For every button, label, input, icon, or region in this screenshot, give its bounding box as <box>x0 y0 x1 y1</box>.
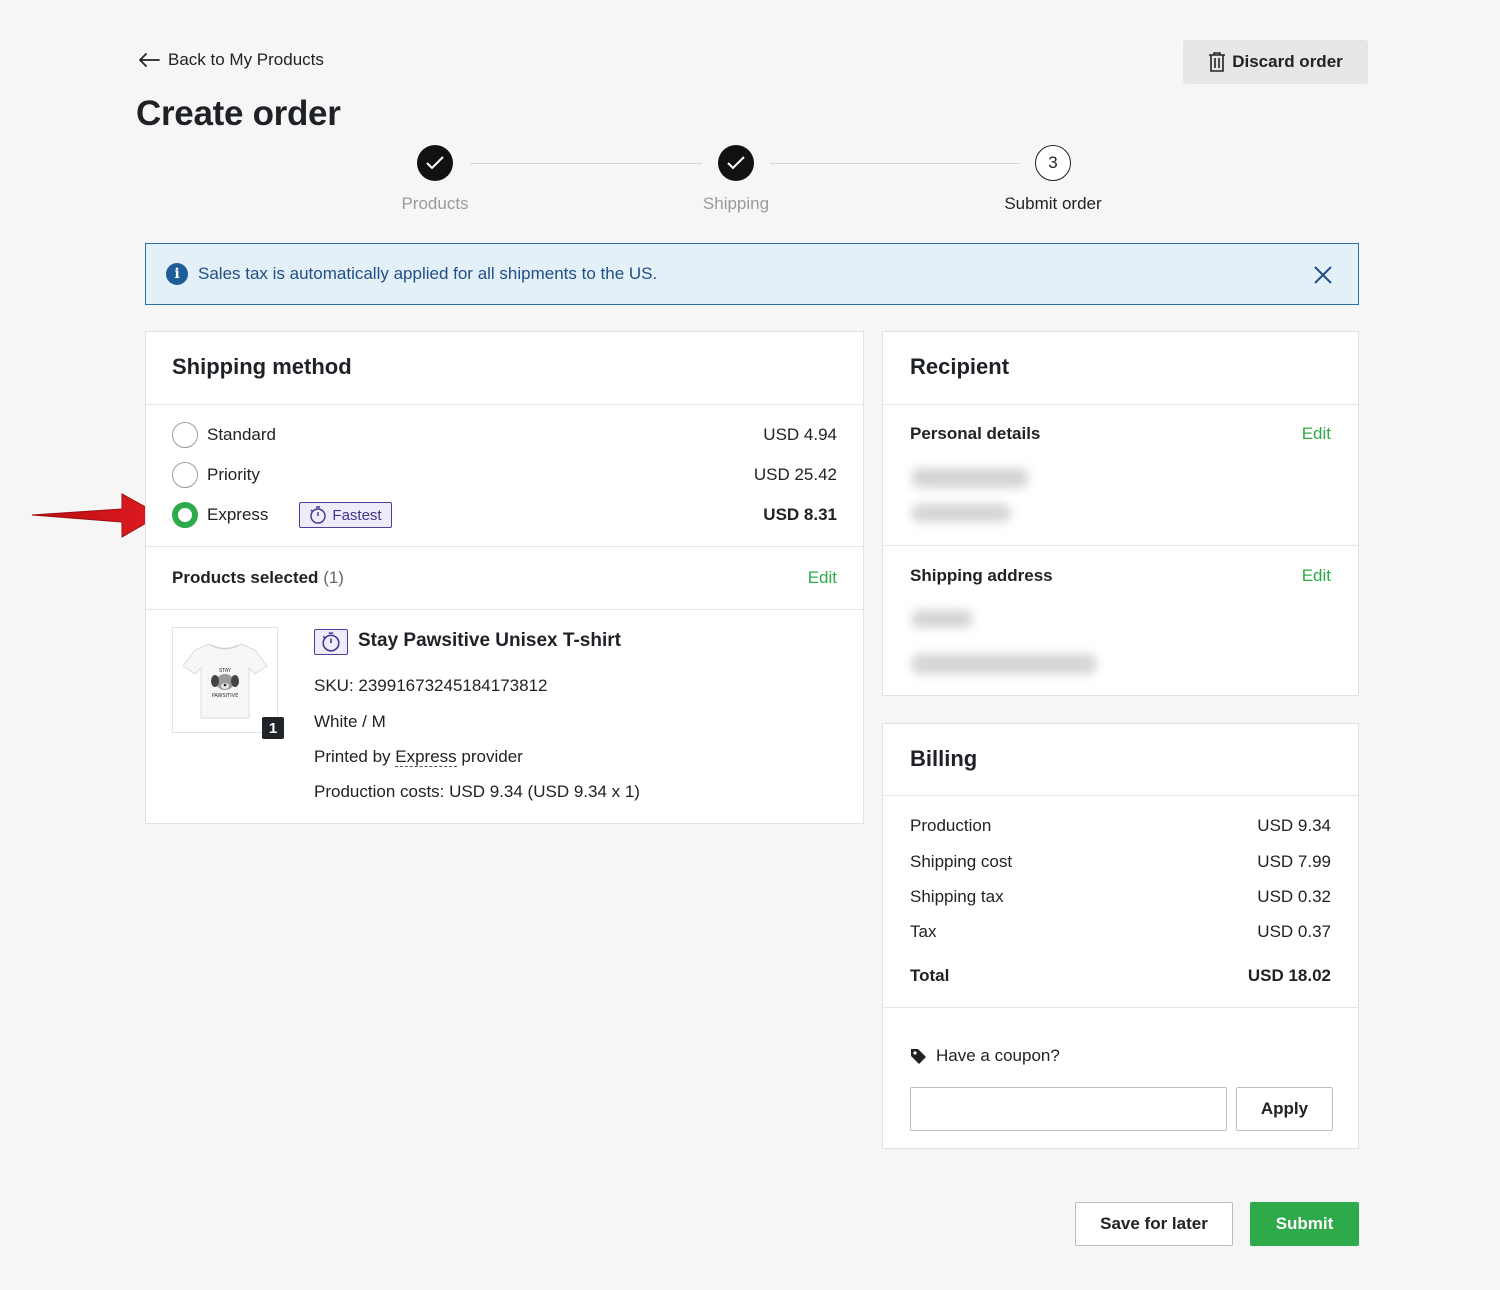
billing-row-production: Production USD 9.34 <box>910 816 1331 836</box>
billing-row-label: Shipping cost <box>910 852 1013 871</box>
billing-card: Billing Production USD 9.34 Shipping cos… <box>882 723 1359 1149</box>
radio-express[interactable] <box>172 502 198 528</box>
check-icon <box>426 156 444 170</box>
tshirt-image: STAY PAWSITIVE <box>182 643 268 719</box>
edit-personal-details-link[interactable]: Edit <box>1302 424 1331 444</box>
billing-title: Billing <box>910 746 978 771</box>
shipping-method-title: Shipping method <box>172 354 352 379</box>
products-selected-label: Products selected <box>172 568 319 587</box>
step-connector <box>470 163 702 164</box>
printed-by: Printed by Express provider <box>314 747 523 767</box>
shipping-address-label: Shipping address <box>910 566 1053 585</box>
billing-row-shipping-tax: Shipping tax USD 0.32 <box>910 887 1331 907</box>
info-icon: i <box>166 263 188 285</box>
radio-standard[interactable] <box>172 422 198 448</box>
billing-row-label: Shipping tax <box>910 887 1004 906</box>
shipping-option-price: USD 25.42 <box>753 465 837 484</box>
billing-row-label: Tax <box>910 922 937 941</box>
stopwatch-icon <box>322 632 340 652</box>
product-sku: SKU: 23991673245184173812 <box>314 676 548 695</box>
redacted-address-line2 <box>911 654 1097 674</box>
shipping-option-standard[interactable]: Standard USD 4.94 <box>172 421 837 449</box>
redacted-address-line1 <box>911 610 973 628</box>
tag-icon <box>911 1048 926 1064</box>
billing-row-total: Total USD 18.02 <box>910 966 1331 986</box>
radio-priority[interactable] <box>172 462 198 488</box>
fastest-badge-label: Fastest <box>332 506 382 524</box>
edit-products-link[interactable]: Edit <box>808 568 837 588</box>
printed-by-prefix: Printed by <box>314 747 396 766</box>
close-icon <box>1314 266 1332 284</box>
step-number: 3 <box>1048 153 1058 172</box>
product-title: Stay Pawsitive Unisex T-shirt <box>358 630 621 651</box>
sales-tax-banner: i Sales tax is automatically applied for… <box>145 243 1359 305</box>
back-to-products-link[interactable]: Back to My Products <box>138 50 324 70</box>
coupon-label: Have a coupon? <box>936 1046 1060 1065</box>
redacted-contact <box>911 504 1011 522</box>
billing-row-tax: Tax USD 0.37 <box>910 922 1331 942</box>
step-submit-label: Submit order <box>1004 194 1102 213</box>
shipping-option-priority[interactable]: Priority USD 25.42 <box>172 461 837 489</box>
trash-icon <box>1209 52 1226 72</box>
billing-row-label: Production <box>910 816 992 835</box>
products-selected-count: (1) <box>323 568 344 587</box>
personal-details-label: Personal details <box>910 424 1041 443</box>
arrow-left-icon <box>139 53 160 67</box>
express-product-icon <box>314 629 348 655</box>
billing-total-value: USD 18.02 <box>1247 966 1331 985</box>
step-shipping-check <box>718 145 754 181</box>
shipping-method-card: Shipping method Standard USD 4.94 Priori… <box>145 331 864 824</box>
discard-order-label: Discard order <box>1232 52 1343 71</box>
redacted-name <box>911 468 1029 488</box>
shipping-option-price: USD 4.94 <box>763 425 837 444</box>
annotation-arrow-icon <box>31 493 162 538</box>
shipping-option-price: USD 8.31 <box>763 505 837 524</box>
printed-by-provider[interactable]: Express <box>395 747 457 767</box>
shipping-option-label: Standard <box>207 425 276 444</box>
shirt-text-bottom: PAWSITIVE <box>212 693 239 699</box>
shipping-option-label: Express <box>207 505 269 524</box>
production-costs: Production costs: USD 9.34 (USD 9.34 x 1… <box>314 782 640 801</box>
step-shipping-label: Shipping <box>702 194 770 213</box>
step-submit-number: 3 <box>1035 145 1071 181</box>
save-for-later-button[interactable]: Save for later <box>1075 1202 1233 1246</box>
edit-shipping-address-link[interactable]: Edit <box>1302 566 1331 586</box>
shipping-option-express[interactable]: Express Fastest USD 8.31 <box>172 501 837 529</box>
submit-button[interactable]: Submit <box>1250 1202 1359 1246</box>
step-products-label: Products <box>401 194 469 213</box>
product-variant: White / M <box>314 712 386 731</box>
check-icon <box>727 156 745 170</box>
step-products-check <box>417 145 453 181</box>
recipient-card: Recipient Personal details Edit Shipping… <box>882 331 1359 696</box>
recipient-title: Recipient <box>910 354 1010 379</box>
shirt-text-top: STAY <box>219 668 232 674</box>
billing-row-value: USD 7.99 <box>1257 852 1331 871</box>
shipping-option-label: Priority <box>207 465 260 484</box>
printed-by-suffix: provider <box>456 747 523 766</box>
banner-close-button[interactable] <box>1312 264 1334 286</box>
discard-order-button[interactable]: Discard order <box>1183 40 1368 84</box>
banner-text: Sales tax is automatically applied for a… <box>198 264 658 283</box>
stopwatch-icon <box>310 506 327 524</box>
quantity-badge: 1 <box>262 717 284 739</box>
coupon-heading: Have a coupon? <box>910 1046 1060 1066</box>
back-link-label: Back to My Products <box>168 50 324 69</box>
billing-row-value: USD 0.32 <box>1257 887 1331 906</box>
apply-coupon-button[interactable]: Apply <box>1236 1087 1333 1131</box>
coupon-input[interactable] <box>910 1087 1227 1131</box>
billing-total-label: Total <box>910 966 950 985</box>
billing-row-value: USD 9.34 <box>1257 816 1331 835</box>
products-selected-heading: Products selected (1) <box>172 568 344 588</box>
billing-row-value: USD 0.37 <box>1257 922 1331 941</box>
step-connector <box>770 163 1020 164</box>
fastest-badge: Fastest <box>299 502 392 528</box>
page-title: Create order <box>136 94 341 133</box>
billing-row-shipping-cost: Shipping cost USD 7.99 <box>910 852 1331 872</box>
